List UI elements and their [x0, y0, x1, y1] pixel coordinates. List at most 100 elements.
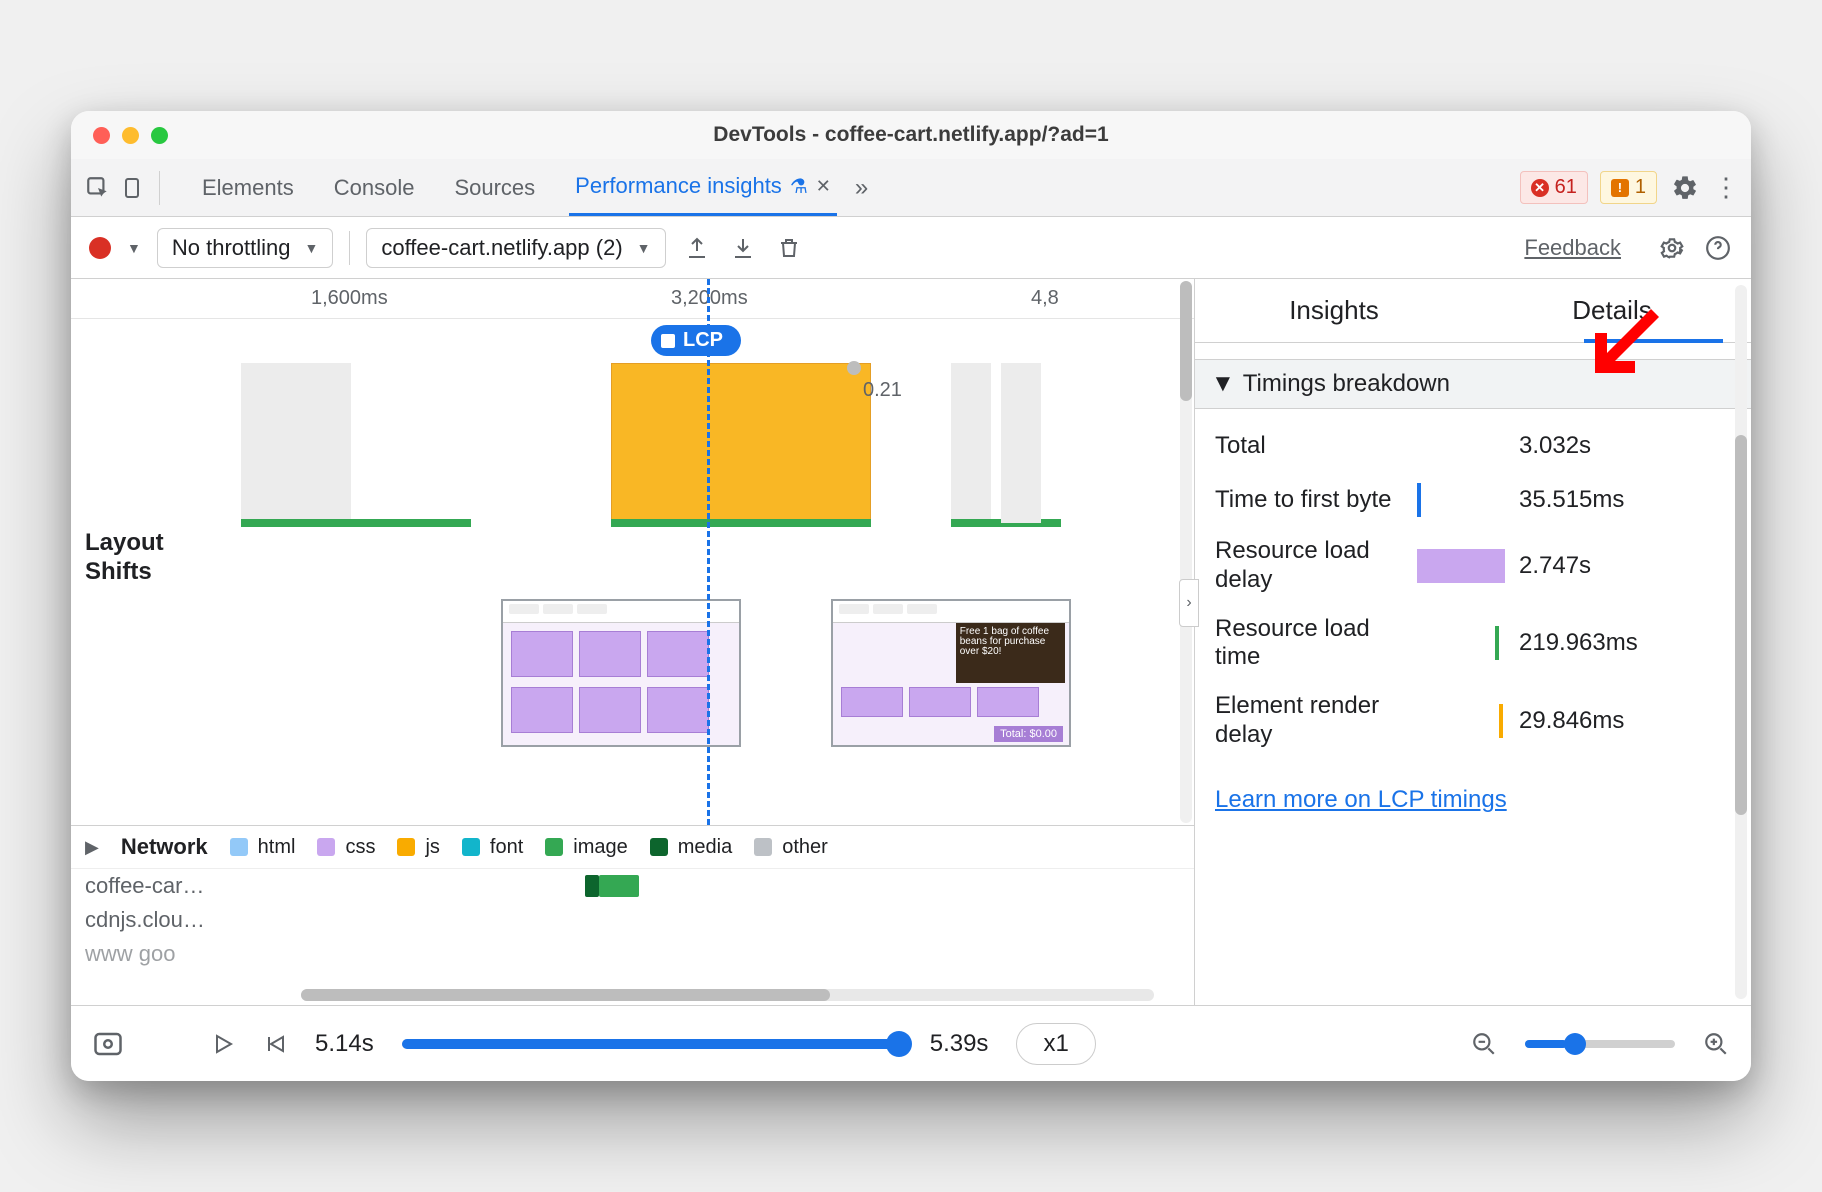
- metric-resource-load-delay: Resource load delay 2.747s: [1195, 527, 1751, 605]
- timings-metrics: Total 3.032s Time to first byte 35.515ms…: [1195, 409, 1751, 770]
- panel-scrollbar[interactable]: [1735, 285, 1747, 999]
- legend-js: js: [397, 836, 439, 859]
- section-title: Timings breakdown: [1243, 370, 1450, 398]
- play-button[interactable]: [211, 1032, 235, 1056]
- throttling-label: No throttling: [172, 235, 291, 261]
- more-menu-icon[interactable]: ⋮: [1713, 172, 1739, 203]
- total-time: 5.39s: [930, 1030, 989, 1058]
- errors-count: 61: [1555, 176, 1577, 199]
- tab-label: Elements: [202, 175, 294, 201]
- throttling-select[interactable]: No throttling ▼: [157, 228, 333, 268]
- tab-performance-insights[interactable]: Performance insights ⚗ ✕: [569, 159, 837, 216]
- errors-badge[interactable]: ✕ 61: [1520, 171, 1588, 204]
- metric-total: Total 3.032s: [1195, 419, 1751, 473]
- feedback-link[interactable]: Feedback: [1524, 235, 1621, 261]
- chevron-down-icon: ▼: [304, 240, 318, 256]
- network-row[interactable]: www goo: [71, 937, 1194, 971]
- divider: [349, 231, 350, 265]
- timings-breakdown-header[interactable]: ▼ Timings breakdown: [1195, 359, 1751, 409]
- request-bar: [599, 875, 639, 897]
- close-window-button[interactable]: [93, 127, 110, 144]
- maximize-window-button[interactable]: [151, 127, 168, 144]
- network-host: www goo: [85, 941, 255, 967]
- tab-insights[interactable]: Insights: [1195, 279, 1473, 342]
- zoom-slider[interactable]: [1525, 1040, 1675, 1048]
- record-button[interactable]: [89, 237, 111, 259]
- window-title: DevTools - coffee-cart.netlify.app/?ad=1: [71, 123, 1751, 147]
- network-row[interactable]: coffee-car…: [71, 869, 1194, 903]
- playback-bar: 5.14s 5.39s x1: [71, 1005, 1751, 1081]
- help-icon[interactable]: [1703, 233, 1733, 263]
- collapse-icon: ▼: [1211, 370, 1235, 398]
- tab-label: Performance insights: [575, 173, 782, 199]
- playback-slider[interactable]: [402, 1039, 902, 1049]
- record-menu-caret[interactable]: ▼: [127, 240, 141, 256]
- tab-console[interactable]: Console: [328, 159, 421, 216]
- settings-icon[interactable]: [1671, 174, 1699, 202]
- timeline-lanes: 0.21 LayoutShifts Free 1 bag of coffee b: [71, 319, 1180, 825]
- learn-more-link[interactable]: Learn more on LCP timings: [1195, 770, 1751, 830]
- expand-icon[interactable]: ▶: [85, 837, 99, 858]
- legend-html: html: [230, 836, 296, 859]
- timeline-panel: 1,600ms 3,200ms 4,8 LCP: [71, 279, 1195, 1005]
- import-icon[interactable]: [728, 233, 758, 263]
- cls-marker[interactable]: [847, 361, 861, 375]
- timeline[interactable]: 1,600ms 3,200ms 4,8 LCP: [71, 279, 1194, 825]
- ruler-tick: 4,8: [1031, 287, 1059, 310]
- zoom-out-icon[interactable]: [1471, 1031, 1497, 1057]
- timeline-scrollbar[interactable]: [1180, 281, 1192, 823]
- network-host: cdnjs.clou…: [85, 907, 255, 933]
- delete-icon[interactable]: [774, 233, 804, 263]
- panel-settings-icon[interactable]: [1657, 233, 1687, 263]
- export-icon[interactable]: [682, 233, 712, 263]
- time-ruler: 1,600ms 3,200ms 4,8: [71, 279, 1194, 319]
- minimize-window-button[interactable]: [122, 127, 139, 144]
- preview-toggle-icon[interactable]: [93, 1031, 123, 1057]
- collapse-panel-button[interactable]: ›: [1179, 579, 1199, 627]
- flask-icon: ⚗: [790, 174, 808, 199]
- timing-bar: [611, 519, 871, 527]
- metric-resource-load-time: Resource load time 219.963ms: [1195, 605, 1751, 683]
- legend-media: media: [650, 836, 732, 859]
- lcp-marker[interactable]: LCP: [651, 325, 741, 356]
- panel-tabs-bar: Elements Console Sources Performance ins…: [71, 159, 1751, 217]
- metric-ttfb: Time to first byte 35.515ms: [1195, 473, 1751, 527]
- details-tabs: Insights Details: [1195, 279, 1751, 343]
- ruler-tick: 1,600ms: [311, 287, 388, 310]
- chevron-down-icon: ▼: [637, 240, 651, 256]
- tab-sources[interactable]: Sources: [448, 159, 541, 216]
- insights-toolbar: ▼ No throttling ▼ coffee-cart.netlify.ap…: [71, 217, 1751, 279]
- filmstrip-frame: [241, 363, 351, 523]
- rewind-button[interactable]: [263, 1032, 287, 1056]
- inspect-element-icon[interactable]: [83, 173, 113, 203]
- speed-button[interactable]: x1: [1016, 1023, 1095, 1065]
- annotation-arrow-icon: [1587, 297, 1667, 377]
- stop-icon: [661, 334, 675, 348]
- warning-icon: !: [1611, 179, 1629, 197]
- tab-label: Sources: [454, 175, 535, 201]
- tab-elements[interactable]: Elements: [196, 159, 300, 216]
- metric-element-render-delay: Element render delay 29.846ms: [1195, 682, 1751, 760]
- legend-other: other: [754, 836, 828, 859]
- zoom-in-icon[interactable]: [1703, 1031, 1729, 1057]
- request-bar: [585, 875, 599, 897]
- timing-bar: [241, 519, 471, 527]
- error-icon: ✕: [1531, 179, 1549, 197]
- thumbnail-total: Total: $0.00: [994, 726, 1063, 742]
- legend-font: font: [462, 836, 523, 859]
- layout-shift-thumbnail[interactable]: Free 1 bag of coffee beans for purchase …: [831, 599, 1071, 747]
- tab-label: Console: [334, 175, 415, 201]
- network-row[interactable]: cdnjs.clou…: [71, 903, 1194, 937]
- layout-shift-thumbnail[interactable]: [501, 599, 741, 747]
- playhead[interactable]: [707, 279, 710, 825]
- warnings-badge[interactable]: ! 1: [1600, 171, 1657, 204]
- more-tabs-button[interactable]: »: [855, 174, 868, 202]
- lcp-label: LCP: [683, 329, 723, 352]
- close-tab-icon[interactable]: ✕: [816, 176, 831, 197]
- divider: [159, 171, 160, 205]
- legend-css: css: [317, 836, 375, 859]
- current-time: 5.14s: [315, 1030, 374, 1058]
- target-select[interactable]: coffee-cart.netlify.app (2) ▼: [366, 228, 665, 268]
- device-toolbar-icon[interactable]: [117, 173, 147, 203]
- horizontal-scrollbar[interactable]: [301, 989, 1154, 1001]
